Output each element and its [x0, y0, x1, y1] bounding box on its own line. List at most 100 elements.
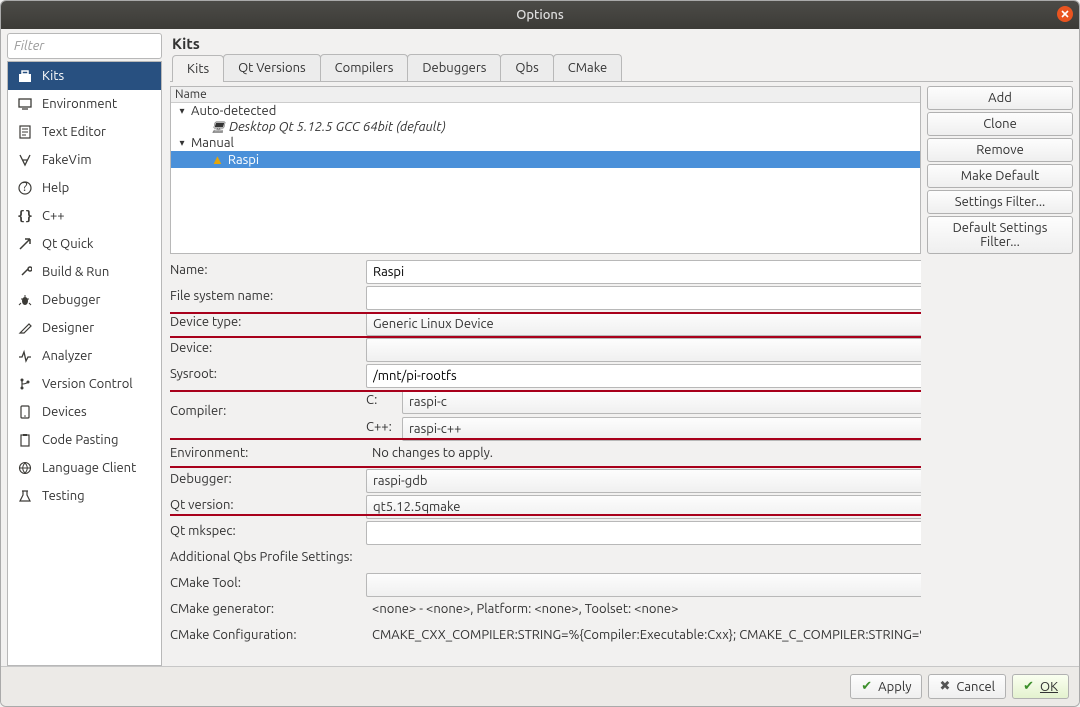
sidebar-item-help[interactable]: ? Help: [8, 174, 161, 202]
check-icon: ✔: [1023, 679, 1034, 694]
combo-compiler-c[interactable]: raspi-c▼: [402, 390, 921, 414]
tree-group-manual[interactable]: ▾Manual: [171, 135, 920, 151]
sidebar-item-cpp[interactable]: {}C++: [8, 202, 161, 230]
tab-qtversions[interactable]: Qt Versions: [223, 54, 321, 81]
sidebar-item-label: Devices: [42, 405, 87, 419]
label-debugger: Debugger:: [170, 469, 360, 493]
tab-kits[interactable]: Kits: [172, 55, 224, 82]
sidebar-item-kits[interactable]: Kits: [8, 62, 161, 90]
arrow-icon: [16, 235, 34, 253]
bug-icon: [16, 291, 34, 309]
label-qtversion: Qt version:: [170, 495, 360, 519]
sidebar-item-label: Language Client: [42, 461, 136, 475]
sidebar-item-environment[interactable]: Environment: [8, 90, 161, 118]
label-cmakegen: CMake generator:: [170, 599, 360, 623]
document-icon: [16, 123, 34, 141]
sidebar-item-label: Environment: [42, 97, 117, 111]
label-compiler-cpp: C++:: [366, 417, 398, 441]
combo-device[interactable]: ▼: [366, 338, 921, 362]
sidebar-item-analyzer[interactable]: Analyzer: [8, 342, 161, 370]
pulse-icon: [16, 347, 34, 365]
input-fsname[interactable]: [366, 286, 921, 310]
close-icon[interactable]: [1057, 6, 1073, 22]
input-mkspec[interactable]: [366, 521, 921, 545]
sidebar-item-testing[interactable]: Testing: [8, 482, 161, 510]
kits-right-buttons: Add Clone Remove Make Default Settings F…: [927, 86, 1073, 666]
combo-compiler-cpp[interactable]: raspi-c++▼: [402, 417, 921, 441]
clone-button[interactable]: Clone: [927, 112, 1073, 136]
flask-icon: [16, 487, 34, 505]
tree-item-desktop[interactable]: 🖥Desktop Qt 5.12.5 GCC 64bit (default): [171, 119, 920, 135]
options-window: Options Kits Environment Text Editor Fak…: [0, 0, 1080, 707]
help-icon: ?: [16, 179, 34, 197]
sidebar-item-devices[interactable]: Devices: [8, 398, 161, 426]
apply-button[interactable]: ✔Apply: [850, 674, 922, 699]
sidebar-item-qtquick[interactable]: Qt Quick: [8, 230, 161, 258]
default-settings-filter-button[interactable]: Default Settings Filter...: [927, 216, 1073, 254]
combo-debugger[interactable]: raspi-gdb▼: [366, 469, 921, 493]
sidebar-item-vcs[interactable]: Version Control: [8, 370, 161, 398]
sidebar-item-buildrun[interactable]: Build & Run: [8, 258, 161, 286]
label-qbs: Additional Qbs Profile Settings:: [170, 547, 360, 571]
tab-cmake[interactable]: CMake: [553, 54, 622, 81]
filter-input[interactable]: [7, 33, 162, 59]
sidebar-item-label: Qt Quick: [42, 237, 93, 251]
monitor-icon: [16, 95, 34, 113]
cancel-button[interactable]: ✖Cancel: [928, 674, 1006, 699]
sidebar-item-langclient[interactable]: Language Client: [8, 454, 161, 482]
label-compiler: Compiler:: [170, 390, 360, 441]
combo-qtversion[interactable]: qt5.12.5qmake▼: [366, 495, 921, 519]
tab-bar: Kits Qt Versions Compilers Debuggers Qbs…: [170, 54, 1073, 82]
tree-header: Name: [171, 87, 920, 103]
tree-item-raspi[interactable]: ▲Raspi: [171, 151, 920, 168]
branch-icon: [16, 375, 34, 393]
ok-button[interactable]: ✔OK: [1012, 674, 1069, 699]
sidebar-item-label: Help: [42, 181, 69, 195]
sidebar-item-label: Kits: [42, 69, 64, 83]
combo-device-type[interactable]: Generic Linux Device▼: [366, 312, 921, 336]
sidebar-item-debugger[interactable]: Debugger: [8, 286, 161, 314]
tree-group-auto[interactable]: ▾Auto-detected: [171, 103, 920, 119]
text-environment: No changes to apply.: [366, 443, 921, 467]
svg-text:?: ?: [22, 181, 27, 194]
monitor-icon: 🖥: [211, 121, 225, 134]
kits-left: Name ▾Auto-detected 🖥Desktop Qt 5.12.5 G…: [170, 86, 921, 666]
sidebar-item-label: FakeVim: [42, 153, 92, 167]
page-title: Kits: [172, 35, 1073, 52]
input-sysroot[interactable]: [366, 364, 921, 388]
kit-form: Name: File system name: Device type: Gen…: [170, 260, 921, 649]
tab-debuggers[interactable]: Debuggers: [407, 54, 501, 81]
label-compiler-c: C:: [366, 390, 398, 414]
make-default-button[interactable]: Make Default: [927, 164, 1073, 188]
kits-body: Name ▾Auto-detected 🖥Desktop Qt 5.12.5 G…: [170, 82, 1073, 666]
chevron-down-icon: ▾: [177, 105, 187, 117]
remove-button[interactable]: Remove: [927, 138, 1073, 162]
settings-filter-button[interactable]: Settings Filter...: [927, 190, 1073, 214]
sidebar-item-label: Analyzer: [42, 349, 92, 363]
sidebar-item-fakevim[interactable]: FakeVim: [8, 146, 161, 174]
sidebar-item-label: C++: [42, 209, 65, 223]
sidebar-item-label: Debugger: [42, 293, 100, 307]
label-device-type: Device type:: [170, 312, 360, 336]
label-environment: Environment:: [170, 443, 360, 467]
clipboard-icon: [16, 431, 34, 449]
fakevim-icon: [16, 151, 34, 169]
titlebar: Options: [1, 1, 1079, 29]
kits-tree[interactable]: Name ▾Auto-detected 🖥Desktop Qt 5.12.5 G…: [170, 86, 921, 254]
text-cmakeconf: CMAKE_CXX_COMPILER:STRING=%{Compiler:Exe…: [366, 625, 921, 649]
add-button[interactable]: Add: [927, 86, 1073, 110]
toolbox-icon: [16, 67, 34, 85]
tab-qbs[interactable]: Qbs: [500, 54, 553, 81]
sidebar-item-designer[interactable]: Designer: [8, 314, 161, 342]
label-device: Device:: [170, 338, 360, 362]
warning-icon: ▲: [211, 152, 224, 167]
combo-cmaketool[interactable]: ▼: [366, 573, 921, 597]
sidebar-item-texteditor[interactable]: Text Editor: [8, 118, 161, 146]
chevron-down-icon: ▾: [177, 137, 187, 149]
sidebar-list: Kits Environment Text Editor FakeVim ? He…: [7, 61, 162, 666]
sidebar-item-codepasting[interactable]: Code Pasting: [8, 426, 161, 454]
label-sysroot: Sysroot:: [170, 364, 360, 388]
tab-compilers[interactable]: Compilers: [320, 54, 409, 81]
label-cmakeconf: CMake Configuration:: [170, 625, 360, 649]
input-name[interactable]: [366, 260, 921, 284]
